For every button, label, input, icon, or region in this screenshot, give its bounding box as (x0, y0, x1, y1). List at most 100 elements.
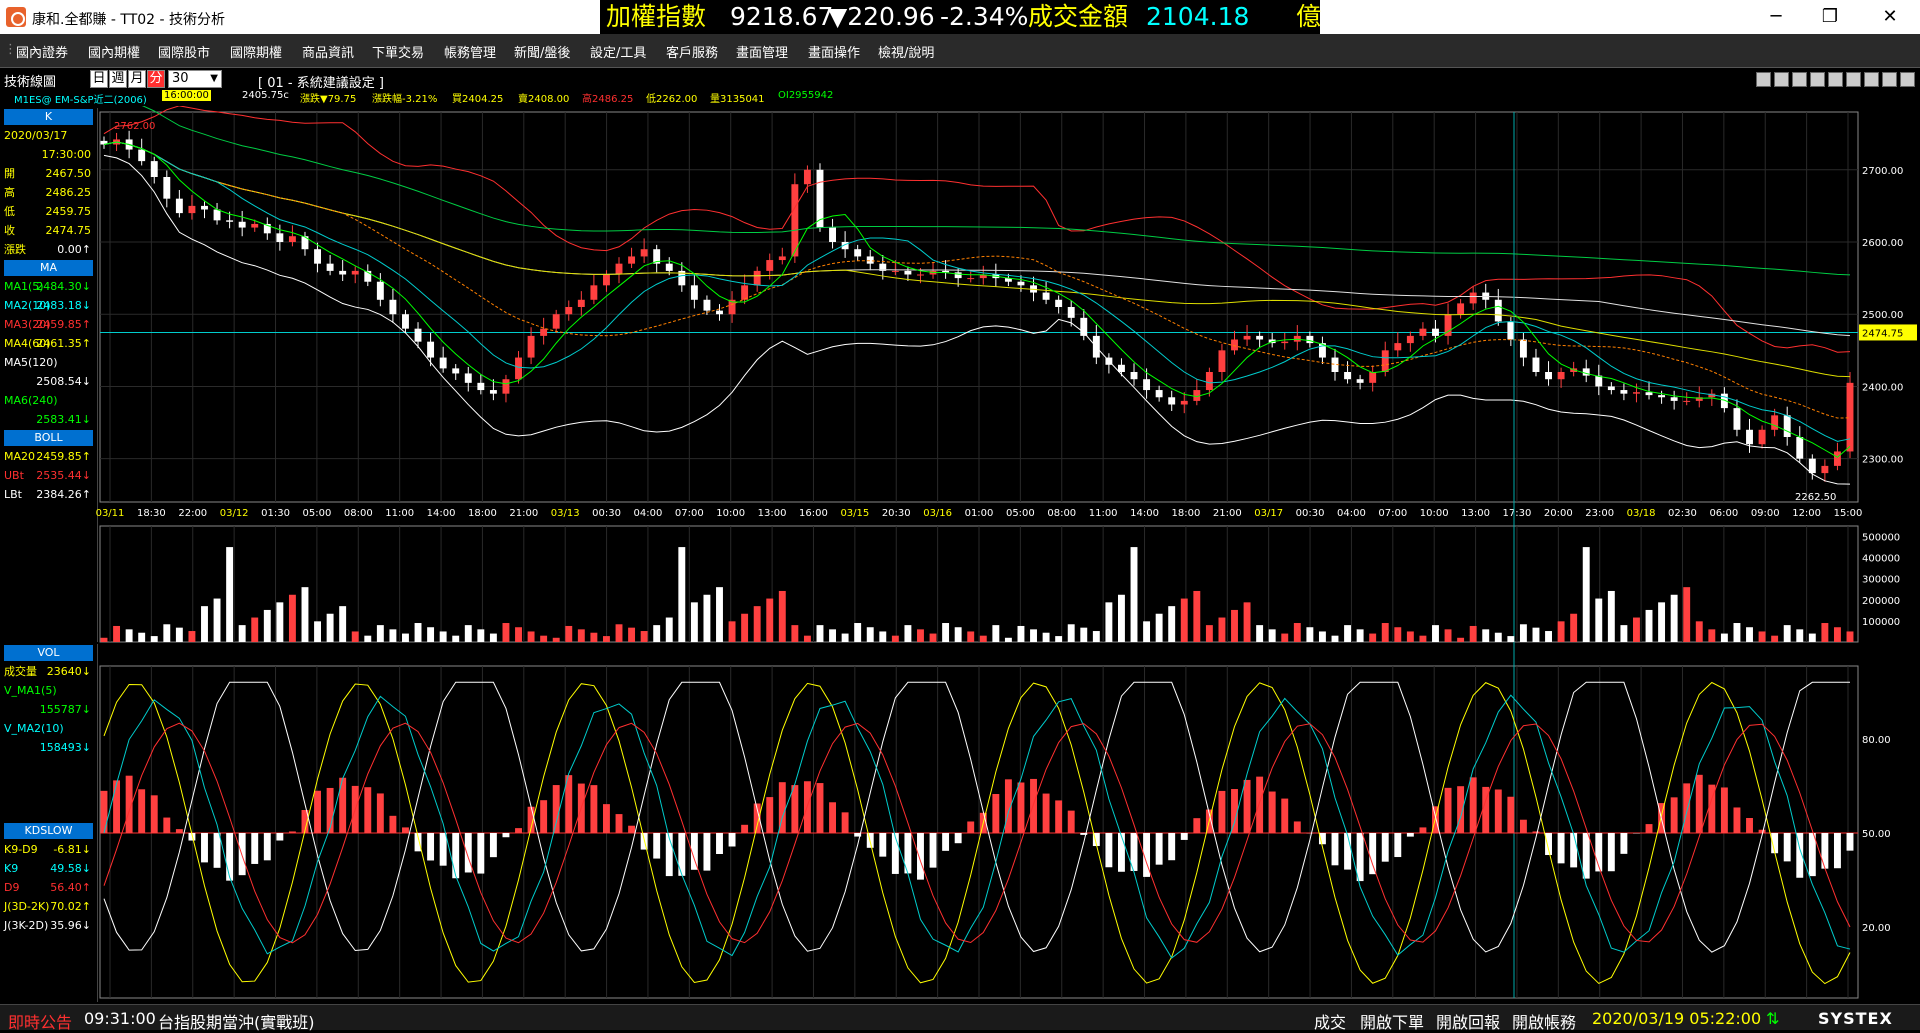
low-annotation: 2262.50 (1795, 492, 1836, 503)
candle-body (163, 177, 170, 199)
menu-item[interactable]: 下單交易 (372, 42, 424, 61)
time-tick-label: 00:30 (592, 508, 621, 519)
menu-item[interactable]: 新聞/盤後 (514, 42, 570, 61)
period-week-button[interactable]: 週 (109, 70, 127, 88)
time-tick-label: 14:00 (427, 508, 456, 519)
menu-item[interactable]: 客戶服務 (666, 42, 718, 61)
interval-select[interactable]: 30▼ (168, 70, 222, 88)
volume-bar (703, 595, 710, 642)
candle-body (1784, 415, 1791, 437)
candle-body (1218, 350, 1225, 372)
kd-tick-label: 80.00 (1862, 735, 1891, 746)
trade-button[interactable]: 成交 (1314, 1009, 1346, 1033)
time-tick-label: 03/12 (220, 508, 249, 519)
candle-body (477, 383, 484, 390)
menu-item[interactable]: 商品資訊 (302, 42, 354, 61)
candle-body (427, 342, 434, 358)
volume-bar (854, 623, 861, 642)
open-report-button[interactable]: 開啟回報 (1436, 1009, 1500, 1033)
volume-bar (565, 626, 572, 642)
menu-item[interactable]: 畫面操作 (808, 42, 860, 61)
candle-body (389, 300, 396, 314)
open-account-button[interactable]: 開啟帳務 (1512, 1009, 1576, 1033)
interval-value: 30 (172, 71, 189, 86)
volume-bar (226, 547, 233, 642)
volume-bar (1671, 595, 1678, 642)
save-icon[interactable] (1882, 72, 1897, 87)
volume-bar (1256, 625, 1263, 642)
volume-bar (804, 636, 811, 642)
open-order-button[interactable]: 開啟下單 (1360, 1009, 1424, 1033)
volume-bar (176, 628, 183, 642)
kd-histogram-bar (1733, 807, 1740, 833)
volume-bar (1784, 625, 1791, 642)
volume-bar (892, 636, 899, 642)
zoom-out-icon[interactable] (1774, 72, 1789, 87)
print-icon[interactable] (1864, 72, 1879, 87)
kd-histogram-bar (616, 814, 623, 833)
volume-bar (1620, 625, 1627, 642)
kd-histogram-bar (1470, 777, 1477, 833)
candle-body (1633, 392, 1640, 393)
candle-body (1646, 392, 1653, 395)
volume-bar (1332, 636, 1339, 642)
menu-item[interactable]: 帳務管理 (444, 42, 496, 61)
candle-body (904, 271, 911, 275)
index-ticker: 加權指數 9218.67 ▼220.96 -2.34% 成交金額 2104.18… (600, 0, 1320, 34)
zoom-in-icon[interactable] (1792, 72, 1807, 87)
period-minute-button[interactable]: 分 (147, 70, 165, 88)
time-tick-label: 03/18 (1627, 508, 1656, 519)
kd-histogram-bar (1809, 833, 1816, 876)
volume-bar (477, 629, 484, 642)
search-icon[interactable] (1810, 72, 1825, 87)
close-chart-icon[interactable] (1900, 72, 1915, 87)
price-tick-label: 2500.00 (1862, 310, 1903, 321)
candle-body (1306, 336, 1313, 343)
volume-bar (113, 626, 120, 642)
scroll-right-icon[interactable] (1846, 72, 1861, 87)
volume-bar (1357, 629, 1364, 642)
volume-bar (729, 621, 736, 642)
time-tick-label: 03/11 (96, 508, 125, 519)
menu-item[interactable]: 設定/工具 (590, 42, 646, 61)
announce-label[interactable]: 即時公告 (8, 1009, 72, 1033)
setting-label[interactable]: [ 01 - 系統建議設定 ] (258, 72, 384, 91)
scroll-left-icon[interactable] (1828, 72, 1843, 87)
menu-item[interactable]: 國內期權 (88, 42, 140, 61)
time-tick-label: 14:00 (1130, 508, 1159, 519)
time-tick-label: 01:00 (965, 508, 994, 519)
zoom-fit-icon[interactable] (1756, 72, 1771, 87)
time-tick-label: 21:00 (509, 508, 538, 519)
kd-histogram-bar (477, 833, 484, 874)
volume-bar (603, 636, 610, 642)
candle-body (1759, 430, 1766, 444)
menu-item[interactable]: 畫面管理 (736, 42, 788, 61)
period-day-button[interactable]: 日 (90, 70, 108, 88)
menu-item[interactable]: 國際期權 (230, 42, 282, 61)
kd-histogram-bar (540, 800, 547, 833)
maximize-icon[interactable]: ❐ (1810, 4, 1850, 30)
candle-body (540, 329, 547, 336)
volume-bar (1658, 602, 1665, 642)
volume-bar (1520, 624, 1527, 642)
kd-histogram-bar (603, 804, 610, 833)
volume-bar (377, 625, 384, 642)
kd-histogram-bar (1231, 789, 1238, 833)
volume-bar (389, 629, 396, 642)
ma240-line (104, 106, 1850, 275)
minimize-icon[interactable]: ─ (1756, 4, 1796, 30)
volume-bar (302, 587, 309, 642)
kd-histogram-bar (101, 791, 108, 833)
period-month-button[interactable]: 月 (128, 70, 146, 88)
close-icon[interactable]: ✕ (1870, 4, 1910, 30)
menu-item[interactable]: 國際股市 (158, 42, 210, 61)
volume-bar (1696, 621, 1703, 642)
status-bar: 即時公告 09:31:00 台指股期當沖(實戰班) 成交 開啟下單 開啟回報 開… (0, 1004, 1920, 1030)
time-tick-label: 15:00 (1834, 508, 1863, 519)
announce-message[interactable]: 台指股期當沖(實戰班) (158, 1009, 315, 1033)
menu-item[interactable]: 國內證券 (16, 42, 68, 61)
menu-item[interactable]: 檢視/說明 (878, 42, 934, 61)
kd-histogram-bar (1646, 824, 1653, 833)
volume-bar (590, 633, 597, 642)
technical-chart[interactable]: 03/1118:3022:0003/1201:3005:0008:0011:00… (0, 106, 1920, 1004)
